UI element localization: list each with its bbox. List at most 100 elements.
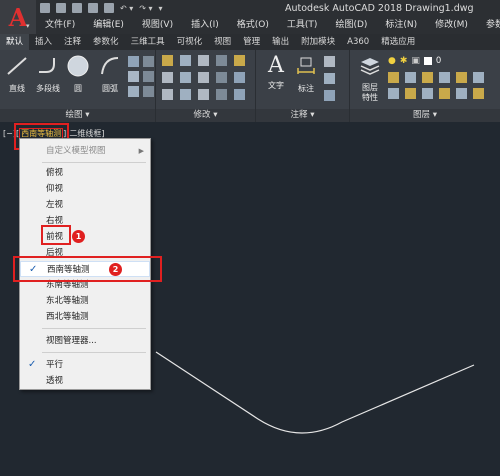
tab-default[interactable]: 默认 <box>0 34 30 50</box>
open-file-icon[interactable] <box>56 3 66 13</box>
tab-parametric[interactable]: 参数化 <box>87 34 125 50</box>
hatch-icon[interactable] <box>128 71 139 82</box>
application-menu-button[interactable]: A ▾ <box>0 0 36 34</box>
polyline-tool-button[interactable]: 多段线 <box>34 54 62 94</box>
explode-icon[interactable] <box>234 72 245 83</box>
menu-item-ne-isometric[interactable]: 东北等轴测 <box>20 293 150 309</box>
quick-access-toolbar: ↶ ▾ ↷ ▾ ▾ <box>40 3 163 13</box>
layer-tool-icon[interactable] <box>439 88 450 99</box>
leader-icon[interactable] <box>324 90 335 101</box>
arc-tool-button[interactable]: 圆弧 <box>96 54 124 94</box>
layers-panel-title[interactable]: 图层 ▾ <box>350 109 500 122</box>
move-icon[interactable] <box>162 55 173 66</box>
multileader-icon[interactable] <box>324 56 335 67</box>
erase-icon[interactable] <box>234 55 245 66</box>
layer-tool-icon[interactable] <box>405 88 416 99</box>
dropdown-icon[interactable] <box>216 72 227 83</box>
menu-edit[interactable]: 编辑(E) <box>84 17 133 33</box>
dimension-tool-button[interactable]: 标注 <box>292 54 320 94</box>
gradient-icon[interactable] <box>128 86 139 97</box>
tab-a360[interactable]: A360 <box>341 34 375 50</box>
mirror-icon[interactable] <box>180 72 191 83</box>
layer-tool-icon[interactable] <box>388 88 399 99</box>
layer-tool-icon[interactable] <box>422 72 433 83</box>
menu-format[interactable]: 格式(O) <box>228 17 278 33</box>
copy-icon[interactable] <box>162 72 173 83</box>
array-icon[interactable] <box>198 89 209 100</box>
table-icon[interactable] <box>324 73 335 84</box>
menu-draw[interactable]: 绘图(D) <box>326 17 376 33</box>
tab-addins[interactable]: 附加模块 <box>295 34 341 50</box>
circle-tool-button[interactable]: 圆 <box>64 54 92 94</box>
save-icon[interactable] <box>72 3 82 13</box>
menu-modify[interactable]: 修改(M) <box>426 17 477 33</box>
line-tool-button[interactable]: 直线 <box>3 54 31 94</box>
layers-panel: 图层 特性 ● ✱ ▣ 0 图层 ▾ <box>350 50 500 122</box>
layer-tool-icon[interactable] <box>422 88 433 99</box>
dropdown-icon[interactable] <box>143 71 154 82</box>
highlight-box-sw-isometric <box>13 256 162 282</box>
menu-item-custom-model-views[interactable]: 自定义模型视图 ▶ <box>20 143 150 159</box>
tab-3d-tools[interactable]: 三维工具 <box>125 34 171 50</box>
menu-item-right[interactable]: 右视 <box>20 213 150 229</box>
modify-panel: 修改 ▾ <box>156 50 256 122</box>
menu-item-parallel[interactable]: ✓ 平行 <box>20 357 150 373</box>
layer-tool-icon[interactable] <box>473 72 484 83</box>
fillet-icon[interactable] <box>198 72 209 83</box>
text-tool-label: 文字 <box>268 81 284 90</box>
menu-item-left[interactable]: 左视 <box>20 197 150 213</box>
dropdown-icon[interactable] <box>216 55 227 66</box>
save-as-icon[interactable] <box>88 3 98 13</box>
tab-view[interactable]: 视图 <box>208 34 237 50</box>
menu-item-bottom[interactable]: 仰视 <box>20 181 150 197</box>
tab-visualize[interactable]: 可视化 <box>171 34 209 50</box>
menu-item-front[interactable]: 前视 <box>20 229 150 245</box>
menu-item-view-manager[interactable]: 视图管理器... <box>20 333 150 349</box>
menu-view[interactable]: 视图(V) <box>133 17 182 33</box>
rotate-icon[interactable] <box>180 55 191 66</box>
layer-tool-icon[interactable] <box>439 72 450 83</box>
menu-file[interactable]: 文件(F) <box>36 17 84 33</box>
layer-dropdown[interactable]: ● ✱ ▣ 0 <box>388 56 441 66</box>
modify-panel-title[interactable]: 修改 ▾ <box>156 109 255 122</box>
dropdown-icon[interactable] <box>216 89 227 100</box>
menu-insert[interactable]: 插入(I) <box>182 17 228 33</box>
dropdown-icon[interactable] <box>143 86 154 97</box>
scale-icon[interactable] <box>180 89 191 100</box>
menu-tools[interactable]: 工具(T) <box>278 17 327 33</box>
dropdown-icon[interactable] <box>143 56 154 67</box>
undo-icon[interactable]: ↶ ▾ <box>120 4 133 13</box>
redo-icon[interactable]: ↷ ▾ <box>139 4 152 13</box>
menu-item-top[interactable]: 俯视 <box>20 165 150 181</box>
layer-tool-icon[interactable] <box>405 72 416 83</box>
tab-annotate[interactable]: 注释 <box>58 34 87 50</box>
annotation-panel-title[interactable]: 注释 ▾ <box>256 109 349 122</box>
current-layer-value: 0 <box>435 56 442 66</box>
print-icon[interactable] <box>104 3 114 13</box>
tab-featured-apps[interactable]: 精选应用 <box>375 34 421 50</box>
layer-tool-icon[interactable] <box>473 88 484 99</box>
line-icon <box>7 57 27 75</box>
tab-manage[interactable]: 管理 <box>237 34 266 50</box>
tab-insert[interactable]: 插入 <box>29 34 58 50</box>
menu-parametric[interactable]: 参数(P) <box>477 17 500 33</box>
polyline-tool-label: 多段线 <box>36 84 60 93</box>
stretch-icon[interactable] <box>162 89 173 100</box>
menu-dimension[interactable]: 标注(N) <box>376 17 426 33</box>
layer-tool-icon[interactable] <box>388 72 399 83</box>
menu-item-nw-isometric[interactable]: 西北等轴测 <box>20 309 150 325</box>
menu-bar: 文件(F) 编辑(E) 视图(V) 插入(I) 格式(O) 工具(T) 绘图(D… <box>36 17 500 33</box>
draw-panel-title[interactable]: 绘图 ▾ <box>0 109 155 122</box>
menu-separator <box>42 352 146 353</box>
new-file-icon[interactable] <box>40 3 50 13</box>
layer-properties-button[interactable]: 图层 特性 <box>354 54 386 103</box>
layer-tool-icon[interactable] <box>456 72 467 83</box>
trim-icon[interactable] <box>198 55 209 66</box>
tab-output[interactable]: 输出 <box>266 34 295 50</box>
menu-item-perspective[interactable]: 透视 <box>20 373 150 389</box>
qat-customize-icon[interactable]: ▾ <box>159 4 163 13</box>
rectangle-icon[interactable] <box>128 56 139 67</box>
offset-icon[interactable] <box>234 89 245 100</box>
text-tool-button[interactable]: A 文字 <box>262 54 290 91</box>
layer-tool-icon[interactable] <box>456 88 467 99</box>
